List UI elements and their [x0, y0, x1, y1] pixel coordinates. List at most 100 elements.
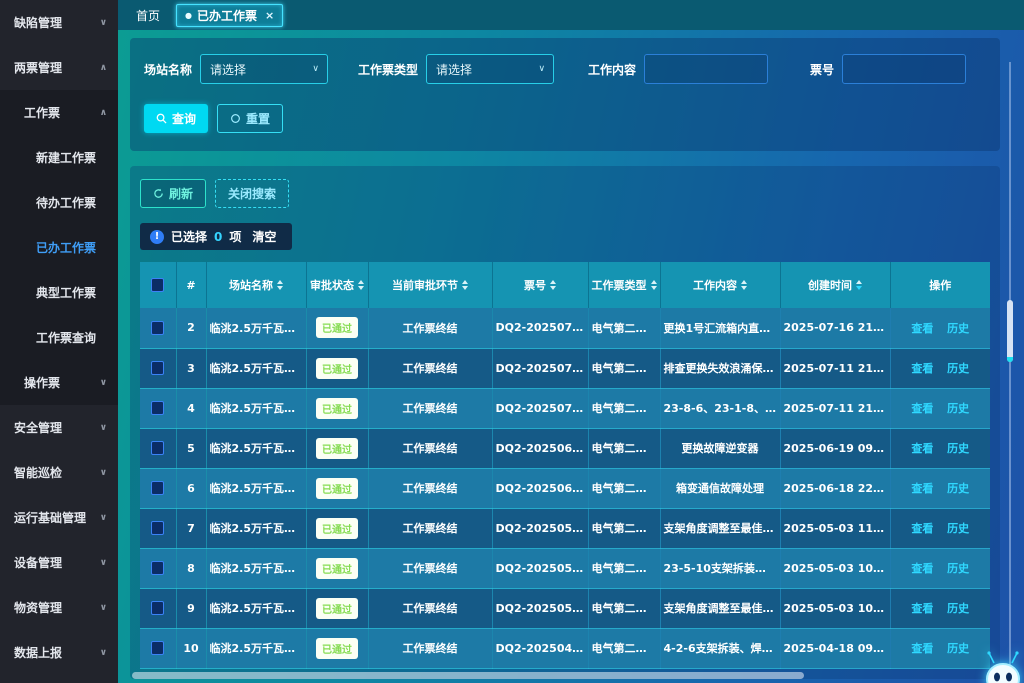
ticket-no-cell: DQ2-202507007	[492, 308, 588, 348]
work-content-cell: 更换故障逆变器	[660, 428, 780, 468]
column-header-label: 场站名称	[229, 277, 273, 293]
history-link[interactable]: 历史	[947, 362, 969, 375]
table-row: 5 临洮2.5万千瓦光伏电... 已通过 工作票终结 DQ2-202506005…	[140, 428, 990, 468]
vertical-scrollbar-thumb[interactable]	[1007, 300, 1013, 362]
history-link[interactable]: 历史	[947, 562, 969, 575]
tab-home[interactable]: 首页	[128, 3, 168, 28]
ticket-type-label: 工作票类型	[358, 61, 418, 78]
sidebar-item[interactable]: 新建工作票	[0, 135, 118, 180]
select-all-header[interactable]	[140, 262, 176, 308]
sidebar-item[interactable]: 典型工作票	[0, 270, 118, 315]
view-link[interactable]: 查看	[911, 602, 933, 615]
sidebar-item[interactable]: 物资管理 ∨	[0, 585, 118, 630]
ticket-type-select[interactable]: 请选择 ∨	[426, 54, 554, 84]
sidebar-item[interactable]: 智能巡检 ∨	[0, 450, 118, 495]
column-header[interactable]: 工作内容	[660, 262, 780, 308]
sidebar-item-label: 缺陷管理	[14, 14, 62, 31]
history-link[interactable]: 历史	[947, 322, 969, 335]
column-header: 操作	[890, 262, 990, 308]
status-badge: 已通过	[316, 558, 358, 579]
work-content-input[interactable]	[644, 54, 768, 84]
column-header[interactable]: 票号	[492, 262, 588, 308]
sidebar-item[interactable]: 运行基础管理 ∨	[0, 495, 118, 540]
view-link[interactable]: 查看	[911, 322, 933, 335]
refresh-button[interactable]: 刷新	[140, 179, 206, 208]
history-link[interactable]: 历史	[947, 642, 969, 655]
sidebar-item[interactable]: 工作票 ∧	[0, 90, 118, 135]
row-checkbox[interactable]	[151, 401, 164, 415]
selection-prefix: 已选择	[171, 228, 207, 245]
sort-carets-icon	[550, 280, 556, 290]
history-link[interactable]: 历史	[947, 602, 969, 615]
chevron-down-icon: ∨	[100, 18, 107, 28]
column-header[interactable]: 工作票类型	[588, 262, 660, 308]
sidebar-item[interactable]: 操作票 ∨	[0, 360, 118, 405]
sidebar-item[interactable]: 两票管理 ∧	[0, 45, 118, 90]
history-link[interactable]: 历史	[947, 482, 969, 495]
horizontal-scrollbar-thumb[interactable]	[132, 672, 804, 679]
station-name-cell: 临洮2.5万千瓦光伏电...	[206, 468, 306, 508]
sidebar-item[interactable]: 工作票查询	[0, 315, 118, 360]
column-header[interactable]: 审批状态	[306, 262, 368, 308]
created-time-cell: 2025-06-19 09:12:22	[780, 428, 890, 468]
select-all-checkbox[interactable]	[151, 278, 164, 292]
close-search-button[interactable]: 关闭搜索	[215, 179, 289, 208]
row-checkbox[interactable]	[151, 601, 164, 615]
selection-suffix: 项	[229, 228, 241, 245]
column-header[interactable]: 创建时间	[780, 262, 890, 308]
ticket-no-cell: DQ2-202505001	[492, 588, 588, 628]
row-checkbox[interactable]	[151, 441, 164, 455]
history-link[interactable]: 历史	[947, 442, 969, 455]
ticket-type-cell: 电气第二种工作票	[588, 548, 660, 588]
column-header[interactable]: 场站名称	[206, 262, 306, 308]
sidebar-item[interactable]: 缺陷管理 ∨	[0, 0, 118, 45]
row-index: 4	[176, 388, 206, 428]
view-link[interactable]: 查看	[911, 562, 933, 575]
table-row: 8 临洮2.5万千瓦光伏电... 已通过 工作票终结 DQ2-202505004…	[140, 548, 990, 588]
view-link[interactable]: 查看	[911, 362, 933, 375]
history-link[interactable]: 历史	[947, 522, 969, 535]
row-index: 8	[176, 548, 206, 588]
clear-selection-button[interactable]: 清空	[252, 228, 276, 245]
history-link[interactable]: 历史	[947, 402, 969, 415]
row-checkbox[interactable]	[151, 561, 164, 575]
reset-button[interactable]: 重置	[217, 104, 283, 133]
sidebar-item[interactable]: 安全管理 ∨	[0, 405, 118, 450]
row-index: 2	[176, 308, 206, 348]
row-checkbox[interactable]	[151, 321, 164, 335]
status-badge: 已通过	[316, 398, 358, 419]
chevron-down-icon: ∨	[100, 603, 107, 613]
column-header[interactable]: 当前审批环节	[368, 262, 492, 308]
assistant-robot-icon[interactable]	[980, 651, 1024, 683]
ticket-no-cell: DQ2-202505004	[492, 548, 588, 588]
row-checkbox[interactable]	[151, 521, 164, 535]
vertical-scrollbar-track	[1009, 62, 1011, 683]
view-link[interactable]: 查看	[911, 642, 933, 655]
row-checkbox[interactable]	[151, 641, 164, 655]
work-content-cell: 23-5-10支架拆装、焊接...	[660, 548, 780, 588]
row-checkbox[interactable]	[151, 361, 164, 375]
view-link[interactable]: 查看	[911, 482, 933, 495]
ticket-no-cell: DQ2-202505006	[492, 508, 588, 548]
view-link[interactable]: 查看	[911, 402, 933, 415]
table-row: 9 临洮2.5万千瓦光伏电... 已通过 工作票终结 DQ2-202505001…	[140, 588, 990, 628]
ticket-type-cell: 电气第二种工作票	[588, 628, 660, 668]
ticket-no-input[interactable]	[842, 54, 966, 84]
ticket-no-cell: DQ2-202506005	[492, 428, 588, 468]
sidebar-item[interactable]: 数据上报 ∨	[0, 630, 118, 675]
view-link[interactable]: 查看	[911, 522, 933, 535]
sidebar-item[interactable]: 待办工作票	[0, 180, 118, 225]
sort-carets-icon	[651, 280, 657, 290]
sidebar-item[interactable]: 已办工作票	[0, 225, 118, 270]
select-placeholder: 请选择	[210, 61, 246, 78]
sidebar-item[interactable]: 设备管理 ∨	[0, 540, 118, 585]
station-name-select[interactable]: 请选择 ∨	[200, 54, 328, 84]
row-checkbox[interactable]	[151, 481, 164, 495]
created-time-cell: 2025-05-03 10:44:48	[780, 588, 890, 628]
tab-label: 已办工作票	[197, 7, 257, 24]
table-row: 3 临洮2.5万千瓦光伏电... 已通过 工作票终结 DQ2-202507005…	[140, 348, 990, 388]
close-icon[interactable]: ×	[265, 9, 274, 22]
query-button[interactable]: 查询	[144, 104, 208, 133]
tab-done-work-tickets[interactable]: ● 已办工作票 ×	[176, 4, 283, 27]
view-link[interactable]: 查看	[911, 442, 933, 455]
